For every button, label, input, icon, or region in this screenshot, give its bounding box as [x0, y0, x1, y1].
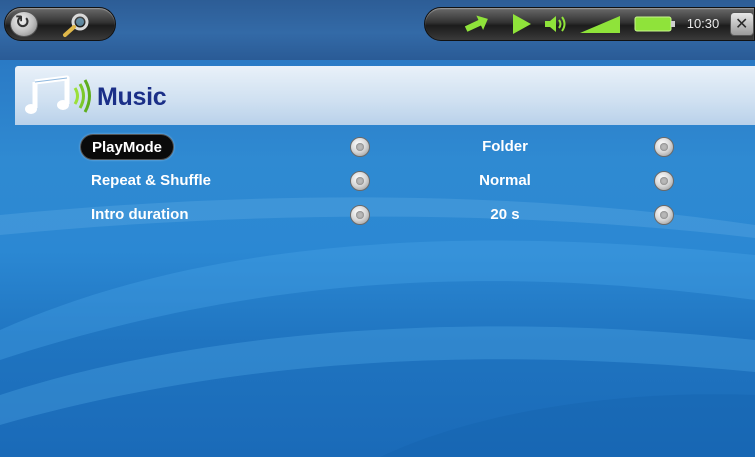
- next-value-button[interactable]: [654, 205, 674, 225]
- volume-level-icon: [580, 16, 620, 33]
- clock-time: 10:30: [686, 16, 720, 31]
- setting-label[interactable]: PlayMode: [80, 134, 175, 160]
- previous-value-button[interactable]: [350, 205, 370, 225]
- next-value-button[interactable]: [654, 137, 674, 157]
- close-icon[interactable]: [730, 12, 754, 36]
- previous-value-button[interactable]: [350, 171, 370, 191]
- transfer-arrows-icon: [464, 15, 488, 32]
- top-bar: 10:30: [0, 0, 755, 60]
- music-note-icon: [25, 75, 91, 114]
- battery-icon: [634, 16, 675, 32]
- setting-row-intro-duration[interactable]: Intro duration 20 s: [0, 202, 755, 230]
- setting-value: 20 s: [490, 206, 520, 223]
- page-title: Music: [97, 83, 167, 111]
- setting-label[interactable]: Intro duration: [80, 202, 200, 228]
- app-screen: 10:30 Music PlayMode Folder Repeat & Shu…: [0, 0, 755, 457]
- previous-value-button[interactable]: [350, 137, 370, 157]
- setting-row-repeat-shuffle[interactable]: Repeat & Shuffle Normal: [0, 168, 755, 196]
- title-band: Music: [15, 66, 755, 125]
- setting-value: Normal: [479, 172, 531, 189]
- search-icon[interactable]: [56, 10, 96, 40]
- next-value-button[interactable]: [654, 171, 674, 191]
- setting-label[interactable]: Repeat & Shuffle: [80, 168, 222, 194]
- play-icon: [513, 14, 531, 34]
- speaker-icon: [545, 16, 566, 32]
- setting-value: Folder: [482, 138, 528, 155]
- setting-row-playmode[interactable]: PlayMode Folder: [0, 134, 755, 162]
- sync-icon[interactable]: [10, 11, 38, 37]
